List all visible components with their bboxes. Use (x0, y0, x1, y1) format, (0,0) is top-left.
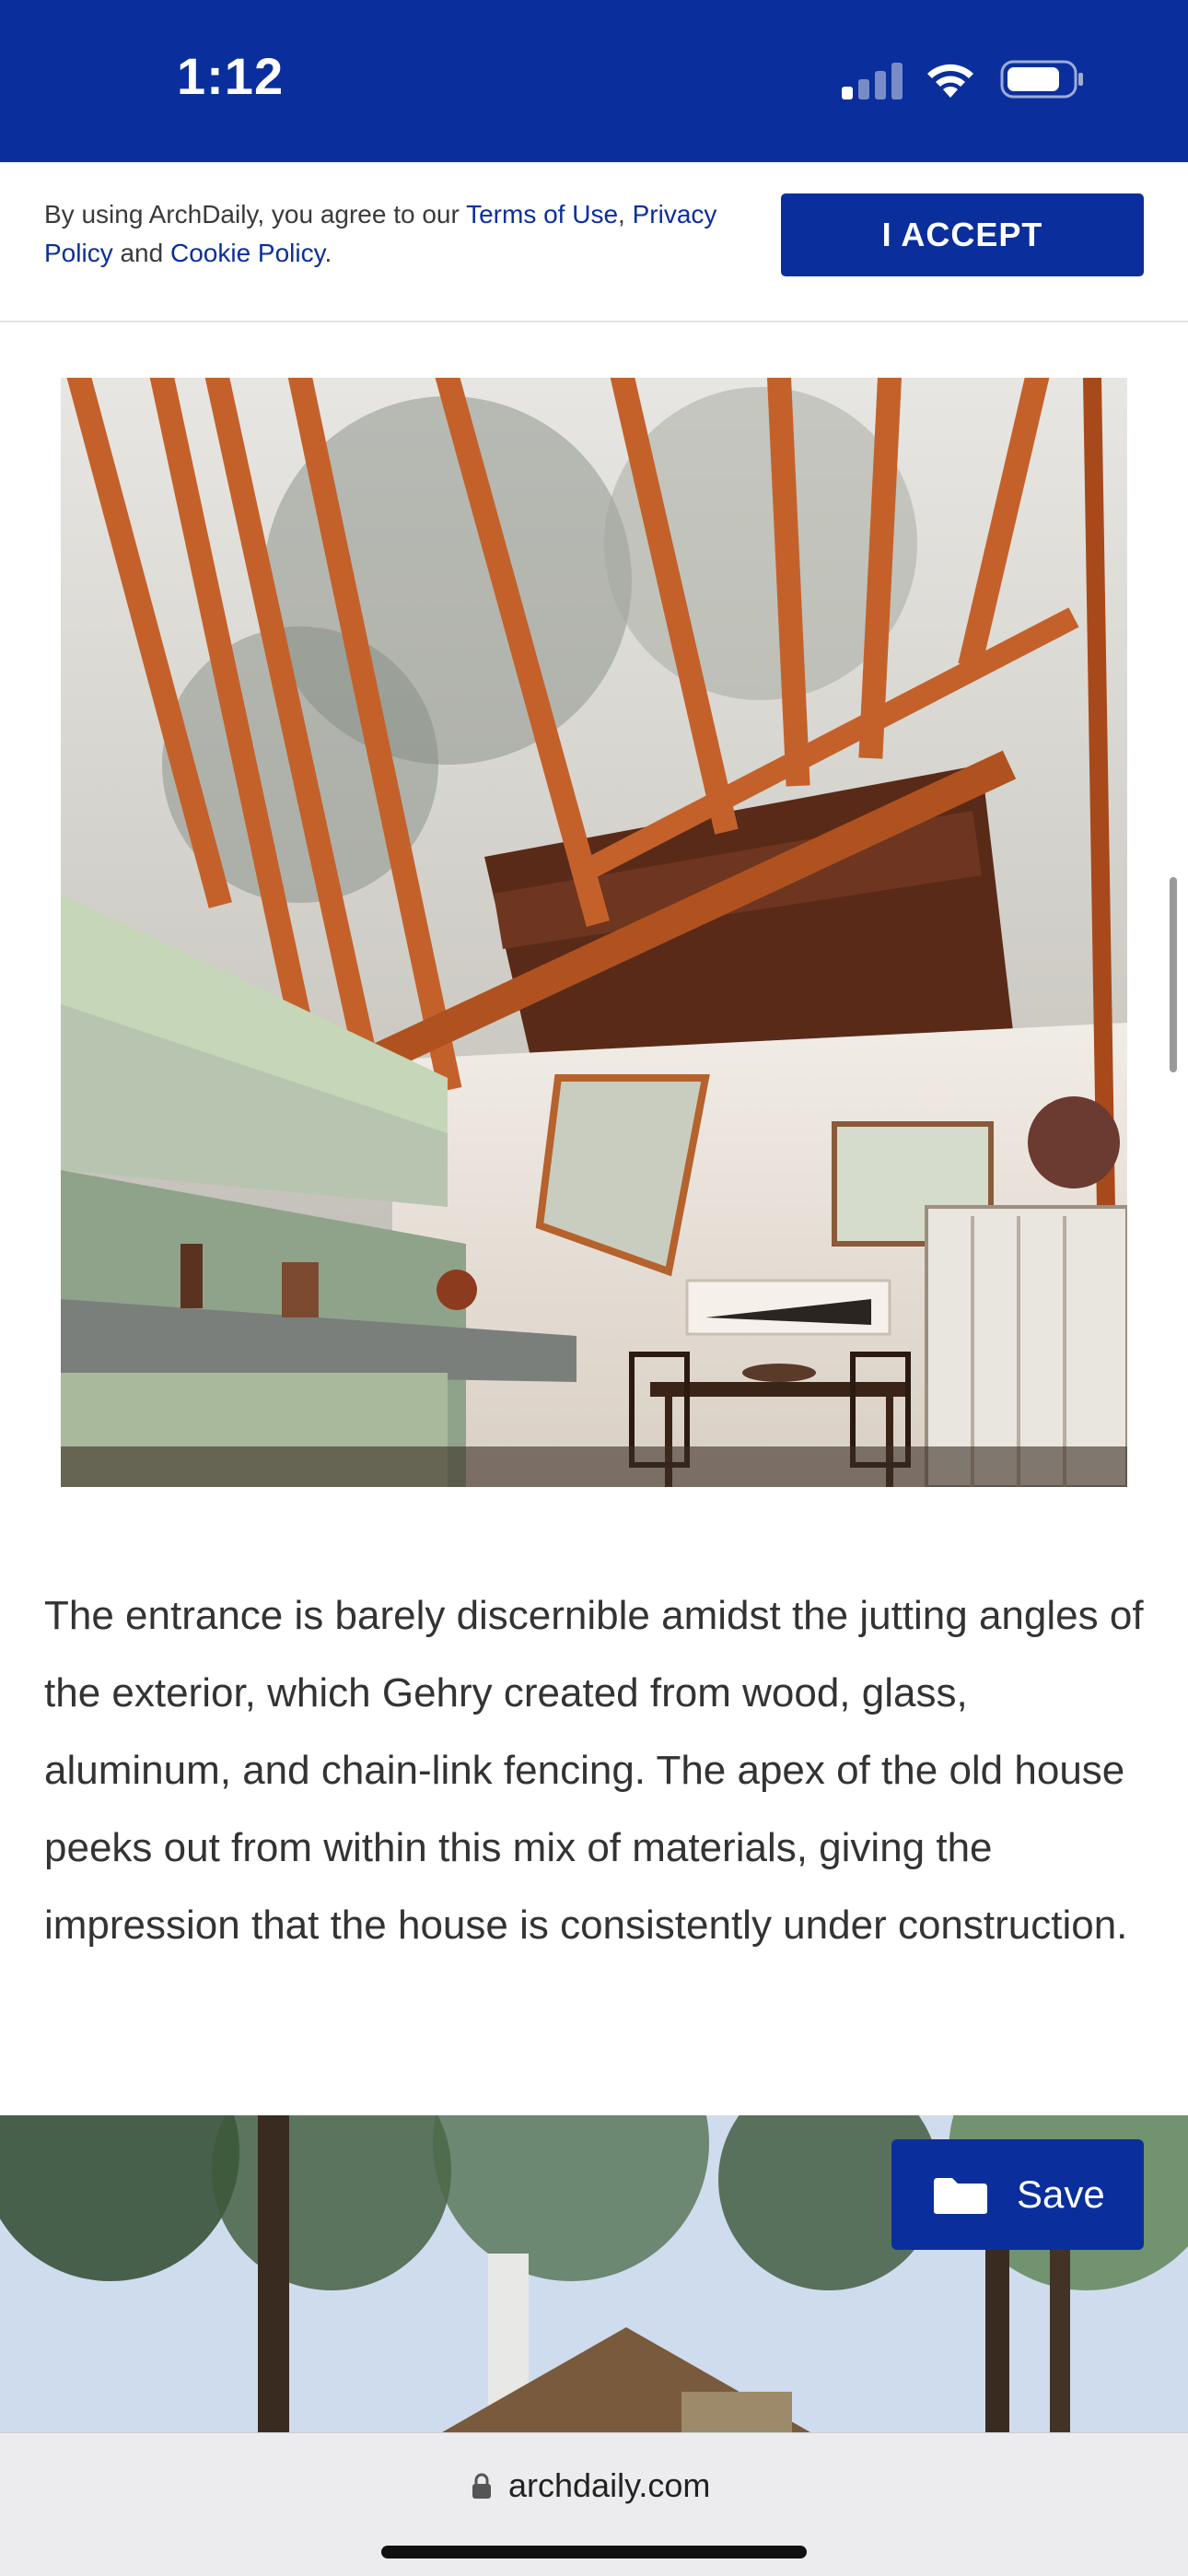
save-button-label: Save (1017, 2172, 1105, 2216)
cookie-text-prefix: By using ArchDaily, you agree to our (44, 200, 467, 228)
cellular-signal-icon (842, 61, 904, 100)
interior-photo-graphic (61, 378, 1127, 1487)
status-bar: 1:12 (0, 0, 1188, 162)
cookie-text-period: . (324, 239, 332, 267)
scrollbar[interactable] (1170, 877, 1177, 1072)
wifi-icon (927, 64, 973, 98)
folder-icon (934, 2178, 987, 2214)
url-domain[interactable]: archdaily.com (508, 2466, 710, 2505)
lock-icon (472, 2473, 491, 2499)
article-photo-interior[interactable] (61, 378, 1127, 1487)
cookie-banner: By using ArchDaily, you agree to our Ter… (0, 162, 1188, 322)
cookie-policy-link[interactable]: Cookie Policy (170, 239, 325, 267)
browser-url-bar[interactable]: archdaily.com (0, 2432, 1188, 2576)
status-time: 1:12 (177, 47, 285, 105)
terms-of-use-link[interactable]: Terms of Use (466, 200, 618, 228)
cookie-text-comma: , (618, 200, 633, 228)
accept-button[interactable]: I ACCEPT (781, 193, 1144, 276)
cookie-notice-text: By using ArchDaily, you agree to our Ter… (44, 195, 726, 273)
home-indicator[interactable] (381, 2546, 807, 2558)
cookie-text-and: and (112, 239, 170, 267)
battery-icon (1000, 60, 1083, 99)
save-button[interactable]: Save (891, 2139, 1144, 2250)
article-paragraph: The entrance is barely discernible amids… (44, 1593, 1144, 1948)
